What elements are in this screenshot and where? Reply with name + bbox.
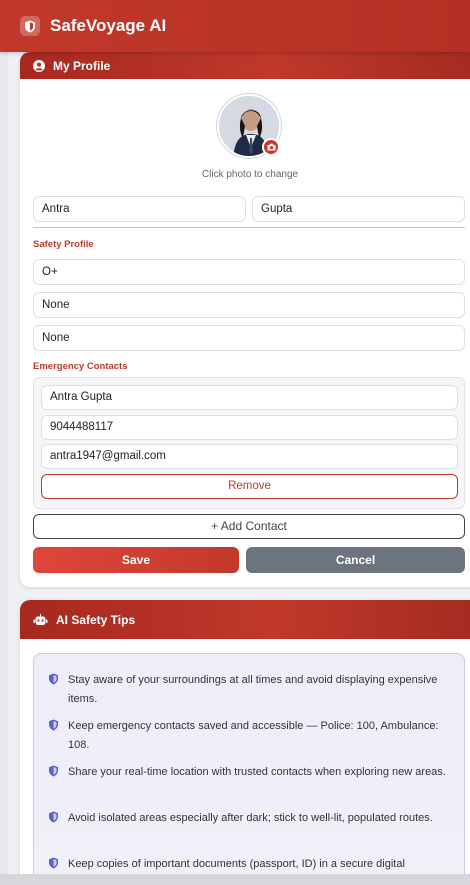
app-title: SafeVoyage AI — [50, 16, 167, 35]
save-button[interactable]: Save — [33, 547, 239, 573]
remove-contact-button[interactable]: Remove — [41, 474, 458, 499]
sidebar-edge — [0, 52, 8, 885]
blood-group-field[interactable]: O+ — [33, 259, 465, 285]
first-name-field[interactable]: Antra — [33, 196, 246, 222]
tip-text: Stay aware of your surroundings at all t… — [68, 674, 438, 705]
shield-icon — [20, 16, 40, 36]
cancel-button[interactable]: Cancel — [246, 547, 465, 573]
tips-card-title: AI Safety Tips — [56, 612, 136, 627]
tip-item: Avoid isolated areas especially after da… — [48, 809, 458, 828]
last-name-field[interactable]: Gupta — [252, 196, 465, 222]
tips-card-header: AI Safety Tips — [20, 600, 470, 639]
shield-icon — [48, 717, 60, 755]
allergies-field[interactable]: None — [33, 292, 465, 318]
shield-icon — [48, 809, 60, 828]
tip-text: Avoid isolated areas especially after da… — [68, 812, 433, 824]
user-circle-icon — [33, 59, 45, 72]
tip-text: Share your real-time location with trust… — [68, 766, 446, 778]
divider — [33, 227, 465, 228]
contact-email-field[interactable]: antra1947@gmail.com — [41, 444, 458, 469]
camera-icon[interactable] — [262, 138, 280, 156]
window-bottom-edge — [0, 874, 470, 885]
contact-name-field[interactable]: Antra Gupta — [41, 385, 458, 410]
medical-conditions-field[interactable]: None — [33, 325, 465, 351]
contact-phone-field[interactable]: 9044488117 — [41, 415, 458, 440]
emergency-contacts-label: Emergency Contacts — [33, 361, 128, 372]
add-contact-button[interactable]: + Add Contact — [33, 514, 465, 539]
robot-icon — [33, 613, 48, 626]
shield-icon — [48, 855, 60, 874]
app-header: SafeVoyage AI — [0, 0, 470, 52]
profile-card: My Profile Click photo to change Antra G… — [20, 52, 470, 587]
photo-hint: Click photo to change — [201, 169, 299, 180]
tip-text: Keep copies of important documents (pass… — [68, 858, 405, 870]
tip-item: Keep copies of important documents (pass… — [48, 855, 458, 874]
profile-card-header: My Profile — [20, 52, 470, 79]
safety-tips-card: AI Safety Tips Stay aware of your surrou… — [20, 600, 470, 885]
profile-card-title: My Profile — [53, 58, 111, 73]
tip-item: Stay aware of your surroundings at all t… — [48, 671, 458, 709]
tip-item: Keep emergency contacts saved and access… — [48, 717, 458, 755]
tips-panel: Stay aware of your surroundings at all t… — [33, 653, 465, 885]
shield-icon — [48, 763, 60, 782]
tip-text: Keep emergency contacts saved and access… — [68, 720, 439, 751]
tip-item: Share your real-time location with trust… — [48, 763, 458, 782]
safety-profile-label: Safety Profile — [33, 239, 94, 250]
shield-icon — [48, 671, 60, 709]
